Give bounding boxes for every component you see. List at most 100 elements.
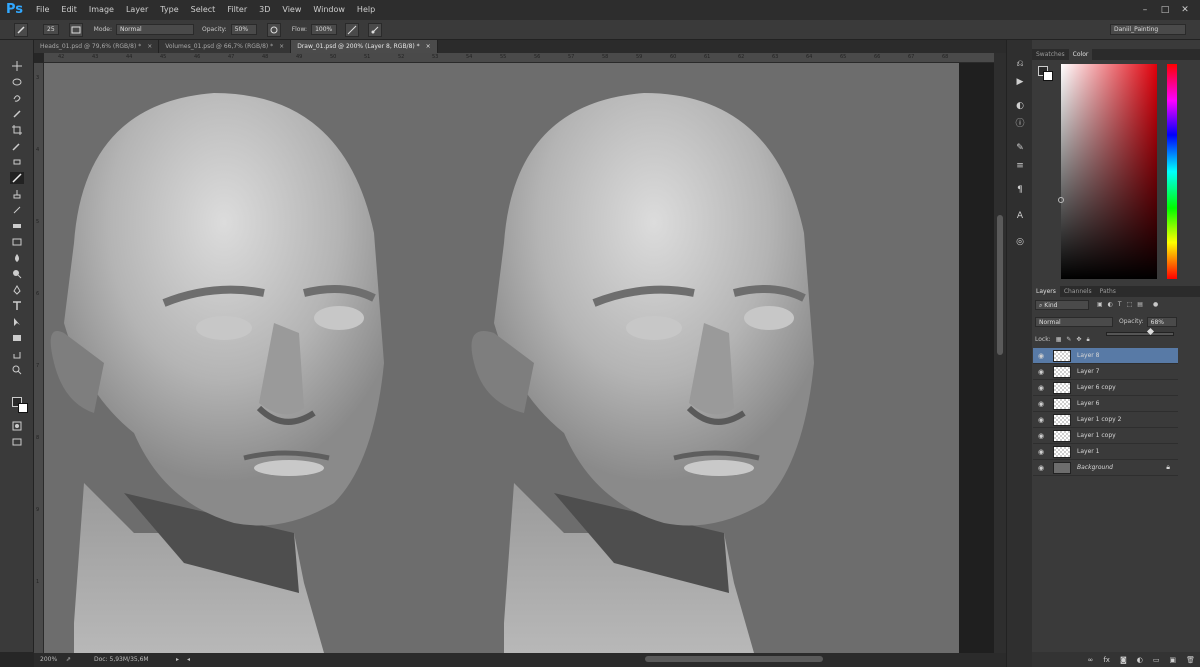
- pressure-size-icon[interactable]: [368, 22, 383, 37]
- flow-field[interactable]: 100%: [311, 24, 338, 35]
- layer-name[interactable]: Layer 8: [1077, 352, 1099, 359]
- link-layers-icon[interactable]: ∞: [1088, 656, 1094, 664]
- layer-opacity-field[interactable]: 68%: [1146, 316, 1177, 327]
- layer-name[interactable]: Layer 1 copy: [1077, 432, 1116, 439]
- tab-paths[interactable]: Paths: [1096, 286, 1120, 297]
- tab-channels[interactable]: Channels: [1060, 286, 1096, 297]
- menu-layer[interactable]: Layer: [120, 0, 154, 20]
- delete-layer-icon[interactable]: 🗑︎: [1186, 656, 1195, 664]
- lock-image-icon[interactable]: ✎: [1066, 336, 1071, 343]
- screen-mode-icon[interactable]: [10, 436, 24, 448]
- brush-panel-icon[interactable]: [68, 22, 83, 37]
- eye-icon[interactable]: ◉: [1033, 352, 1049, 360]
- filter-toggle-icon[interactable]: ●: [1153, 301, 1158, 308]
- mode-select[interactable]: Normal: [116, 24, 195, 35]
- menu-window[interactable]: Window: [307, 0, 351, 20]
- add-mask-icon[interactable]: ◙: [1120, 656, 1127, 664]
- path-selection-tool-icon[interactable]: [10, 316, 24, 328]
- layer-row[interactable]: ◉ Layer 6 copy: [1033, 380, 1178, 396]
- brush-presets-icon[interactable]: ✎: [1014, 142, 1026, 154]
- layer-name[interactable]: Layer 7: [1077, 368, 1099, 375]
- eye-icon[interactable]: ◉: [1033, 400, 1049, 408]
- history-icon[interactable]: ⎌: [1014, 58, 1026, 70]
- close-button[interactable]: ✕: [1178, 4, 1192, 16]
- opacity-slider[interactable]: [1106, 332, 1174, 336]
- eye-icon[interactable]: ◉: [1033, 448, 1049, 456]
- info-icon[interactable]: ⓘ: [1014, 118, 1026, 130]
- tab-color[interactable]: Color: [1068, 49, 1093, 60]
- pressure-opacity-icon[interactable]: [266, 22, 281, 37]
- filter-adjustment-icon[interactable]: ◐: [1108, 301, 1113, 308]
- filter-type-icon[interactable]: T: [1118, 301, 1122, 308]
- brush-size-picker[interactable]: 25: [43, 24, 59, 35]
- zoom-tool-icon[interactable]: [10, 364, 24, 376]
- eye-icon[interactable]: ◉: [1033, 416, 1049, 424]
- background-swatch[interactable]: [1043, 71, 1053, 81]
- quick-mask-icon[interactable]: [10, 420, 24, 432]
- eye-icon[interactable]: ◉: [1033, 368, 1049, 376]
- layer-row[interactable]: ◉ Layer 7: [1033, 364, 1178, 380]
- layer-row[interactable]: ◉ Layer 1 copy 2: [1033, 412, 1178, 428]
- rectangle-tool-icon[interactable]: [10, 332, 24, 344]
- color-picker-field[interactable]: [1061, 64, 1157, 279]
- menu-image[interactable]: Image: [83, 0, 120, 20]
- zoom-level[interactable]: 200%: [40, 653, 66, 667]
- filter-shape-icon[interactable]: ⬚: [1127, 301, 1133, 308]
- menu-filter[interactable]: Filter: [221, 0, 253, 20]
- 3d-icon[interactable]: ◎: [1014, 236, 1026, 248]
- lock-all-icon[interactable]: 🔒︎: [1086, 336, 1089, 344]
- eyedropper-tool-icon[interactable]: [10, 140, 24, 152]
- tab-swatches[interactable]: Swatches: [1032, 49, 1069, 60]
- workspace-select[interactable]: Daniil_Painting: [1110, 24, 1186, 35]
- layer-row[interactable]: ◉ Layer 6: [1033, 396, 1178, 412]
- scroll-left-icon[interactable]: ◂: [187, 653, 190, 667]
- actions-play-icon[interactable]: ▶: [1014, 76, 1026, 88]
- status-menu-arrow-icon[interactable]: ▸: [176, 653, 179, 667]
- opacity-field[interactable]: 50%: [230, 24, 257, 35]
- move-tool-icon[interactable]: [10, 60, 24, 72]
- clone-stamp-tool-icon[interactable]: [10, 188, 24, 200]
- filter-smart-object-icon[interactable]: ▤: [1137, 301, 1143, 308]
- horizontal-scroll-thumb[interactable]: [645, 656, 823, 662]
- lock-transparent-icon[interactable]: ▦: [1056, 336, 1062, 343]
- tab-heads[interactable]: Heads_01.psd @ 79,6% (RGB/8) * ×: [34, 40, 160, 53]
- menu-help[interactable]: Help: [351, 0, 381, 20]
- brush-tool-preset-icon[interactable]: [14, 22, 28, 37]
- maximize-button[interactable]: □: [1158, 4, 1172, 16]
- gradient-tool-icon[interactable]: [10, 236, 24, 248]
- layer-row[interactable]: ◉ Layer 8: [1033, 348, 1178, 364]
- color-marker[interactable]: [1058, 197, 1064, 203]
- hue-slider[interactable]: [1167, 64, 1177, 279]
- layer-name[interactable]: Layer 6: [1077, 400, 1099, 407]
- new-layer-icon[interactable]: ▣: [1169, 656, 1176, 664]
- adjustments-icon[interactable]: ◐: [1014, 100, 1026, 112]
- tab-draw[interactable]: Draw_01.psd @ 200% (Layer 8, RGB/8) * ×: [291, 40, 438, 53]
- pen-tool-icon[interactable]: [10, 284, 24, 296]
- paragraph-icon[interactable]: ¶: [1014, 184, 1026, 196]
- tab-layers[interactable]: Layers: [1032, 286, 1060, 297]
- eraser-tool-icon[interactable]: [10, 220, 24, 232]
- tool-presets-icon[interactable]: ≡: [1014, 160, 1026, 172]
- crop-tool-icon[interactable]: [10, 124, 24, 136]
- menu-type[interactable]: Type: [154, 0, 184, 20]
- lasso-tool-icon[interactable]: [10, 92, 24, 104]
- share-icon[interactable]: ⇗: [66, 653, 78, 667]
- brush-tool-icon[interactable]: [10, 172, 24, 184]
- eye-icon[interactable]: ◉: [1033, 464, 1049, 472]
- kind-filter-select[interactable]: ⌕ Kind: [1035, 299, 1089, 310]
- eye-icon[interactable]: ◉: [1033, 432, 1049, 440]
- airbrush-icon[interactable]: [345, 22, 360, 37]
- type-tool-icon[interactable]: [10, 300, 24, 312]
- layer-row[interactable]: ◉ Background 🔒︎: [1033, 460, 1178, 476]
- menu-select[interactable]: Select: [185, 0, 222, 20]
- vertical-scroll-thumb[interactable]: [997, 215, 1003, 355]
- layer-name[interactable]: Layer 1 copy 2: [1077, 416, 1121, 423]
- close-icon[interactable]: ×: [426, 43, 431, 50]
- adjustment-layer-icon[interactable]: ◐: [1137, 656, 1143, 664]
- menu-3d[interactable]: 3D: [253, 0, 276, 20]
- lock-position-icon[interactable]: ✥: [1076, 336, 1081, 343]
- close-icon[interactable]: ×: [279, 43, 284, 50]
- document-canvas[interactable]: [44, 63, 959, 653]
- blur-tool-icon[interactable]: [10, 252, 24, 264]
- filter-pixel-icon[interactable]: ▣: [1097, 301, 1103, 308]
